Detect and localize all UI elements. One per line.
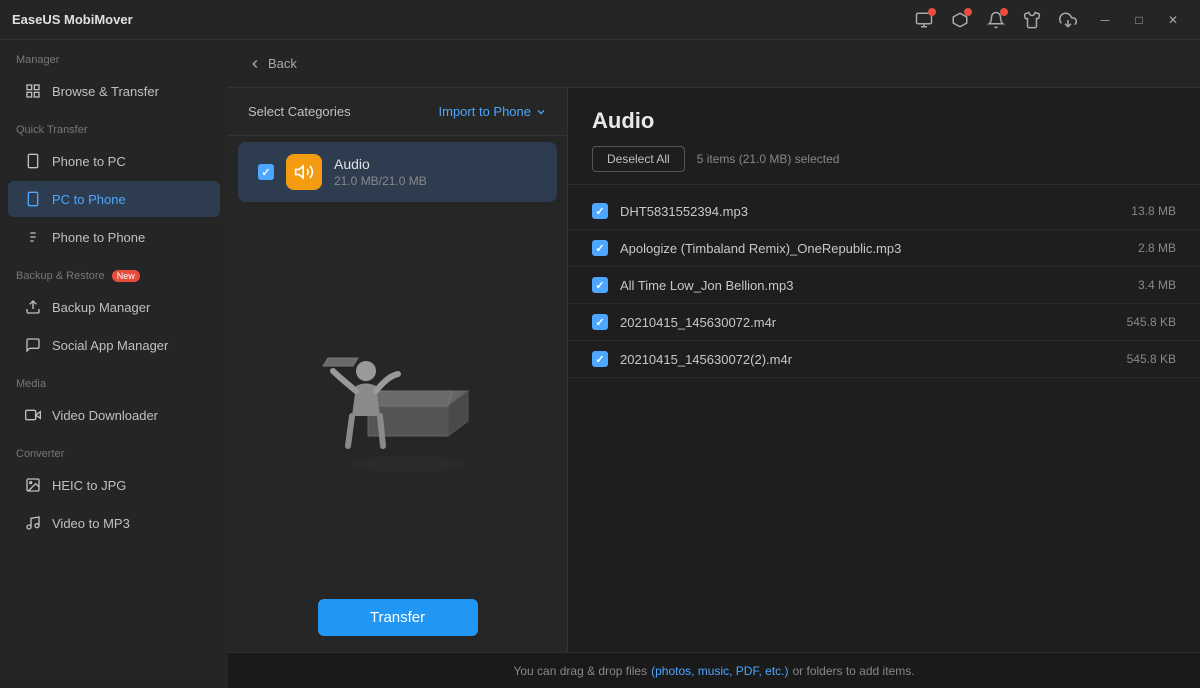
sidebar-item-browse-transfer[interactable]: Browse & Transfer [8,73,220,109]
back-label: Back [268,56,297,71]
social-app-icon [24,336,42,354]
file-name: DHT5831552394.mp3 [620,204,1094,219]
file-name: 20210415_145630072.m4r [620,315,1094,330]
phone-to-phone-label: Phone to Phone [52,230,145,245]
close-button[interactable]: ✕ [1158,10,1188,30]
content-area: Back Select Categories Import to Phone [228,40,1200,688]
status-highlight: (photos, music, PDF, etc.) [651,664,788,678]
files-toolbar: Deselect All 5 items (21.0 MB) selected [592,146,1176,172]
file-checkbox[interactable] [592,351,608,367]
backup-restore-section-label: Backup & Restore New [0,256,228,288]
files-title: Audio [592,108,1176,134]
bell-icon[interactable] [982,6,1010,34]
transfer-button[interactable]: Transfer [318,599,478,636]
shirt-icon[interactable] [1018,6,1046,34]
pc-to-phone-label: PC to Phone [52,192,126,207]
sidebar-item-video-downloader[interactable]: Video Downloader [8,397,220,433]
backup-manager-label: Backup Manager [52,300,150,315]
window-controls: ─ □ ✕ [1090,10,1188,30]
heic-to-jpg-label: HEIC to JPG [52,478,126,493]
phone-to-phone-icon [24,228,42,246]
file-list: DHT5831552394.mp3 13.8 MB Apologize (Tim… [568,185,1200,652]
media-section-label: Media [0,364,228,396]
file-item[interactable]: 20210415_145630072(2).m4r 545.8 KB [568,341,1200,378]
video-downloader-icon [24,406,42,424]
file-item[interactable]: Apologize (Timbaland Remix)_OneRepublic.… [568,230,1200,267]
status-bar: You can drag & drop files (photos, music… [228,652,1200,688]
audio-name: Audio [334,156,537,172]
heic-icon [24,476,42,494]
categories-panel: Select Categories Import to Phone Audio … [228,88,568,652]
converter-section-label: Converter [0,434,228,466]
import-label: Import to Phone [439,104,532,119]
import-to-phone-button[interactable]: Import to Phone [439,104,548,119]
phone-to-pc-icon [24,152,42,170]
top-bar: Back [228,40,1200,88]
status-text-1: You can drag & drop files [513,664,647,678]
category-audio[interactable]: Audio 21.0 MB/21.0 MB [238,142,557,202]
transfer-section: Transfer [228,583,567,652]
browse-transfer-icon [24,82,42,100]
categories-title: Select Categories [248,104,351,119]
new-badge: New [112,270,140,282]
files-panel: Audio Deselect All 5 items (21.0 MB) sel… [568,88,1200,652]
file-checkbox[interactable] [592,240,608,256]
illustration-area [228,208,567,583]
video-to-mp3-icon [24,514,42,532]
file-item[interactable]: DHT5831552394.mp3 13.8 MB [568,193,1200,230]
status-text-2: or folders to add items. [792,664,914,678]
sidebar-item-backup-manager[interactable]: Backup Manager [8,289,220,325]
file-size: 3.4 MB [1106,278,1176,292]
minimize-button[interactable]: ─ [1090,10,1120,30]
file-size: 13.8 MB [1106,204,1176,218]
file-size: 545.8 KB [1106,352,1176,366]
backup-manager-icon [24,298,42,316]
files-selected-count: 5 items (21.0 MB) selected [697,152,840,166]
app-title: EaseUS MobiMover [12,12,133,27]
notification-icon-2[interactable] [946,6,974,34]
sidebar: Manager Browse & Transfer Quick Transfer… [0,40,228,688]
sidebar-item-heic-to-jpg[interactable]: HEIC to JPG [8,467,220,503]
file-item[interactable]: All Time Low_Jon Bellion.mp3 3.4 MB [568,267,1200,304]
social-app-manager-label: Social App Manager [52,338,168,353]
file-name: 20210415_145630072(2).m4r [620,352,1094,367]
audio-checkbox[interactable] [258,164,274,180]
quick-transfer-section-label: Quick Transfer [0,110,228,142]
sidebar-item-phone-to-pc[interactable]: Phone to PC [8,143,220,179]
back-button[interactable]: Back [248,56,297,71]
file-checkbox[interactable] [592,277,608,293]
video-to-mp3-label: Video to MP3 [52,516,130,531]
download-icon[interactable] [1054,6,1082,34]
sidebar-item-social-app-manager[interactable]: Social App Manager [8,327,220,363]
title-bar-icons: ─ □ ✕ [910,6,1188,34]
file-checkbox[interactable] [592,203,608,219]
sidebar-item-phone-to-phone[interactable]: Phone to Phone [8,219,220,255]
file-size: 2.8 MB [1106,241,1176,255]
pc-to-phone-icon [24,190,42,208]
app-body: Manager Browse & Transfer Quick Transfer… [0,40,1200,688]
audio-category-info: Audio 21.0 MB/21.0 MB [334,156,537,188]
audio-icon-wrap [286,154,322,190]
browse-transfer-label: Browse & Transfer [52,84,159,99]
sidebar-item-pc-to-phone[interactable]: PC to Phone [8,181,220,217]
file-name: Apologize (Timbaland Remix)_OneRepublic.… [620,241,1094,256]
notification-icon-1[interactable] [910,6,938,34]
file-name: All Time Low_Jon Bellion.mp3 [620,278,1094,293]
main-panel: Select Categories Import to Phone Audio … [228,88,1200,652]
phone-to-pc-label: Phone to PC [52,154,126,169]
maximize-button[interactable]: □ [1124,10,1154,30]
deselect-all-button[interactable]: Deselect All [592,146,685,172]
file-checkbox[interactable] [592,314,608,330]
file-size: 545.8 KB [1106,315,1176,329]
transfer-illustration [298,316,498,476]
audio-size: 21.0 MB/21.0 MB [334,174,537,188]
video-downloader-label: Video Downloader [52,408,158,423]
files-header: Audio Deselect All 5 items (21.0 MB) sel… [568,88,1200,185]
manager-section-label: Manager [0,40,228,72]
categories-header: Select Categories Import to Phone [228,88,567,136]
sidebar-item-video-to-mp3[interactable]: Video to MP3 [8,505,220,541]
title-bar: EaseUS MobiMover ─ □ ✕ [0,0,1200,40]
file-item[interactable]: 20210415_145630072.m4r 545.8 KB [568,304,1200,341]
